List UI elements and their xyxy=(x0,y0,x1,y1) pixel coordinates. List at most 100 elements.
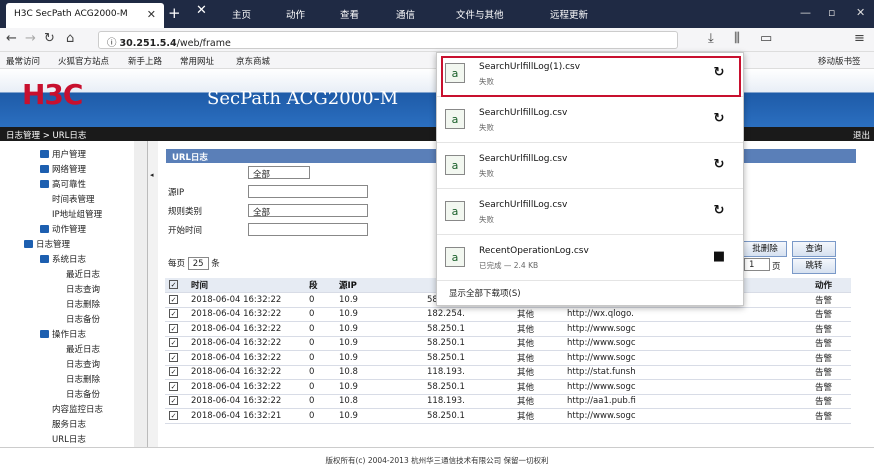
row-checkbox[interactable]: ✓ xyxy=(165,350,187,366)
toolbar-remote-update[interactable]: 远程更新 xyxy=(550,7,588,21)
table-row[interactable]: ✓ 2018-06-04 16:32:22 0 10.9 58.250.1 其他 http:… xyxy=(165,336,851,351)
table-cell: 2018-06-04 16:32:22 xyxy=(187,365,305,380)
page-size-select[interactable]: 25 xyxy=(187,257,209,270)
sidebar-item-user-mgmt[interactable]: 用户管理 xyxy=(40,148,86,160)
sidebar-item-oplog[interactable]: 操作日志 xyxy=(40,328,86,340)
sidebar-scrollbar[interactable] xyxy=(134,141,147,447)
sidebar-icon[interactable]: ▭ xyxy=(760,31,772,46)
table-row[interactable]: ✓ 2018-06-04 16:32:22 0 10.9 58.250.1 其他 http:… xyxy=(165,350,851,366)
sidebar-item-op-delete[interactable]: 日志删除 xyxy=(66,373,100,385)
start-time-input[interactable] xyxy=(248,223,368,236)
home-icon[interactable]: ⌂ xyxy=(66,31,74,46)
rule-select[interactable]: 全部 xyxy=(248,204,368,218)
sidebar-collapse-handle[interactable]: ◂ xyxy=(148,141,158,447)
close-tab-icon[interactable]: ✕ xyxy=(147,8,156,21)
bookmark-most-visited[interactable]: 最常访问 xyxy=(6,55,40,67)
sidebar-item-ipgroup[interactable]: IP地址组管理 xyxy=(52,208,102,220)
sidebar-item-op-backup[interactable]: 日志备份 xyxy=(66,388,100,400)
product-name: SecPath ACG2000-M xyxy=(207,88,399,109)
close-window-icon[interactable]: ✕ xyxy=(856,6,865,19)
table-cell: 10.9 xyxy=(335,408,423,424)
sidebar-item-delete[interactable]: 日志删除 xyxy=(66,298,100,310)
download-item[interactable]: a SearchUrlfillLog.csv 失败 ↻ xyxy=(437,145,743,189)
sidebar-item-op-recent[interactable]: 最近日志 xyxy=(66,343,100,355)
bookmark-common[interactable]: 常用网址 xyxy=(180,55,214,67)
download-item[interactable]: a SearchUrlfillLog.csv 失败 ↻ xyxy=(437,191,743,235)
retry-icon[interactable]: ↻ xyxy=(707,111,731,131)
bookmark-mobile[interactable]: 移动版书签 xyxy=(818,55,861,67)
retry-icon[interactable]: ↻ xyxy=(707,203,731,223)
sidebar-item-service-log[interactable]: 服务日志 xyxy=(52,418,86,430)
bookmark-jd[interactable]: 京东商城 xyxy=(236,55,270,67)
batch-delete-button[interactable]: 批删除 xyxy=(743,241,787,257)
sidebar-item-schedule[interactable]: 时间表管理 xyxy=(52,193,95,205)
sidebar-item-network[interactable]: 网络管理 xyxy=(40,163,86,175)
table-row[interactable]: ✓ 2018-06-04 16:32:22 0 10.9 182.254. 其他 http:… xyxy=(165,307,851,322)
source-ip-input[interactable] xyxy=(248,185,368,198)
sidebar-item-url-log[interactable]: URL日志 xyxy=(52,433,86,445)
row-checkbox[interactable]: ✓ xyxy=(165,379,187,395)
sidebar-item-action[interactable]: 动作管理 xyxy=(40,223,86,235)
sidebar-item-backup[interactable]: 日志备份 xyxy=(66,313,100,325)
table-cell: 182.254. xyxy=(423,307,513,322)
table-cell: 告警 xyxy=(811,336,851,351)
row-checkbox[interactable]: ✓ xyxy=(165,365,187,380)
col-segment[interactable]: 段 xyxy=(305,278,335,293)
sidebar-item-op-query[interactable]: 日志查询 xyxy=(66,358,100,370)
jump-button[interactable]: 跳转 xyxy=(792,258,836,274)
download-item[interactable]: a SearchUrlfillLog.csv 失败 ↻ xyxy=(437,99,743,143)
restore-icon[interactable]: ▫ xyxy=(828,6,835,19)
table-row[interactable]: ✓ 2018-06-04 16:32:22 0 10.9 58.250.1 其他 http:… xyxy=(165,321,851,337)
row-checkbox[interactable]: ✓ xyxy=(165,394,187,409)
retry-icon[interactable]: ↻ xyxy=(707,157,731,177)
bookmark-getting-started[interactable]: 新手上路 xyxy=(128,55,162,67)
sidebar-item-recent[interactable]: 最近日志 xyxy=(66,268,100,280)
type-select[interactable]: 全部 xyxy=(248,166,310,180)
bookmark-firefox[interactable]: 火狐官方站点 xyxy=(58,55,109,67)
toolbar-actions[interactable]: 动作 xyxy=(286,7,305,21)
info-icon[interactable]: ⓘ xyxy=(107,38,120,49)
row-checkbox[interactable]: ✓ xyxy=(165,292,187,308)
sidebar-item-ha[interactable]: 高可靠性 xyxy=(40,178,86,190)
address-bar[interactable]: ⓘ 30.251.5.4/web/frame xyxy=(98,31,678,49)
page-number-select[interactable]: 1 xyxy=(744,258,770,271)
toolbar-view[interactable]: 查看 xyxy=(340,7,359,21)
stop-icon[interactable]: ✕ xyxy=(196,3,207,18)
forward-icon[interactable]: → xyxy=(25,31,36,46)
show-all-downloads-link[interactable]: 显示全部下载项(S) xyxy=(449,287,521,299)
row-checkbox[interactable]: ✓ xyxy=(165,336,187,351)
minimize-icon[interactable]: — xyxy=(800,6,811,19)
toolbar-files[interactable]: 文件与其他 xyxy=(456,7,504,21)
folder-open-icon[interactable]: ■ xyxy=(707,249,731,269)
logout-link[interactable]: 退出 xyxy=(853,129,870,141)
collapse-arrow-icon[interactable]: ◂ xyxy=(150,171,154,179)
row-checkbox[interactable]: ✓ xyxy=(165,307,187,322)
sidebar-item-content-log[interactable]: 内容监控日志 xyxy=(52,403,103,415)
row-checkbox[interactable]: ✓ xyxy=(165,321,187,337)
browser-tab[interactable]: H3C SecPath ACG2000-M ✕ xyxy=(6,3,164,28)
table-cell: 2018-06-04 16:32:22 xyxy=(187,379,305,395)
sidebar-item-query[interactable]: 日志查询 xyxy=(66,283,100,295)
library-icon[interactable]: ⫼ xyxy=(734,31,740,46)
table-row[interactable]: ✓ 2018-06-04 16:32:22 0 10.8 118.193. 其他 http:… xyxy=(165,394,851,409)
reload-icon[interactable]: ↻ xyxy=(44,31,55,46)
table-row[interactable]: ✓ 2018-06-04 16:32:21 0 10.9 58.250.1 其他 http:… xyxy=(165,408,851,424)
sidebar-item-log-mgmt[interactable]: 日志管理 xyxy=(24,238,70,250)
back-icon[interactable]: ← xyxy=(6,31,17,46)
col-time[interactable]: 时间 xyxy=(187,278,305,293)
new-tab-icon[interactable]: + xyxy=(168,4,181,22)
table-row[interactable]: ✓ 2018-06-04 16:32:22 0 10.8 118.193. 其他 http:… xyxy=(165,365,851,380)
sidebar-item-syslog[interactable]: 系统日志 xyxy=(40,253,86,265)
query-button[interactable]: 查询 xyxy=(792,241,836,257)
table-row[interactable]: ✓ 2018-06-04 16:32:22 0 10.9 58.250.1 其他 http:… xyxy=(165,379,851,395)
downloads-icon[interactable]: ⤓ xyxy=(708,31,714,46)
table-cell: 告警 xyxy=(811,307,851,322)
menu-icon[interactable]: ≡ xyxy=(854,31,865,46)
toolbar-home[interactable]: 主页 xyxy=(232,7,251,21)
col-source-ip[interactable]: 源IP xyxy=(335,278,423,293)
download-item[interactable]: a RecentOperationLog.csv 已完成 — 2.4 KB ■ xyxy=(437,237,743,281)
row-checkbox[interactable]: ✓ xyxy=(165,408,187,424)
table-cell: http://www.sogc xyxy=(563,336,811,351)
toolbar-comm[interactable]: 通信 xyxy=(396,7,415,21)
select-all-checkbox[interactable]: ✓ xyxy=(165,278,187,293)
